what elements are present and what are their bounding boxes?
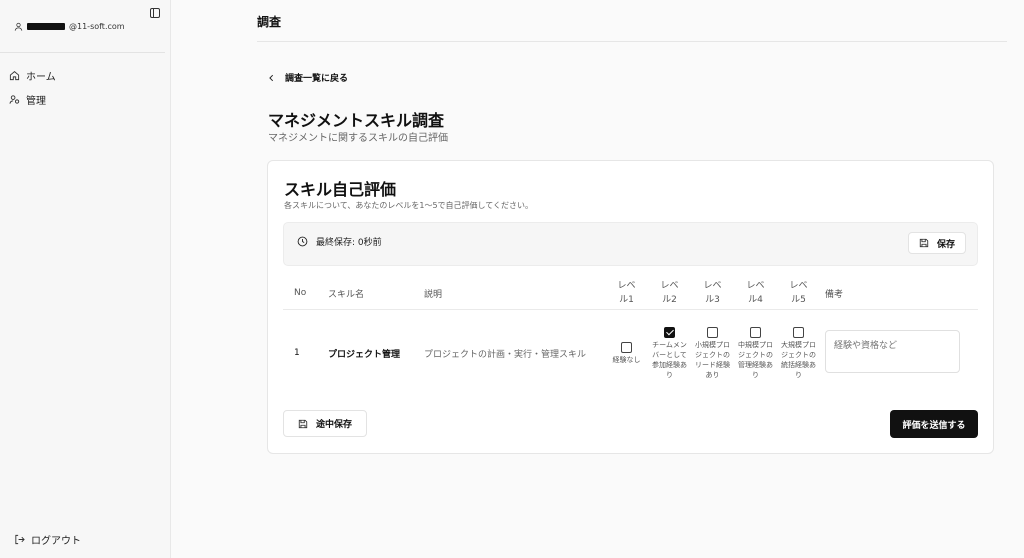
level-1-cell: 経験なし <box>605 309 648 397</box>
save-icon <box>298 419 308 428</box>
level-5-label: 大規模プロジェクトの統括経験あり <box>781 340 816 379</box>
column-header-level-3: レベ ル3 <box>691 278 734 310</box>
sidebar-toggle-icon[interactable] <box>150 8 160 18</box>
logout-icon <box>15 534 25 545</box>
sidebar-divider <box>0 52 165 53</box>
sidebar-item-admin[interactable]: 管理 <box>9 92 46 107</box>
skills-table: No スキル名 説明 レベ ル1 レベ ル2 レベ ル3 レベ ル4 レベ ル5 備考 1… <box>283 278 978 397</box>
level-1-label: 経験なし <box>612 355 641 364</box>
table-header-row: No スキル名 説明 レベ ル1 レベ ル2 レベ ル3 レベ ル4 レベ ル5 備考 <box>283 278 978 310</box>
save-status: 最終保存: 0秒前 <box>297 235 382 248</box>
skill-name: プロジェクト管理 <box>328 349 401 360</box>
main-content: 調査 調査一覧に戻る マネジメントスキル調査 マネジメントに関するスキルの自己評… <box>171 0 1024 558</box>
header-divider <box>257 41 1007 42</box>
column-header-name: スキル名 <box>317 278 413 310</box>
card-description: 各スキルについて、あなたのレベルを1〜5で自己評価してください。 <box>284 201 534 210</box>
row-number: 1 <box>294 348 300 359</box>
card-title: スキル自己評価 <box>284 180 397 199</box>
level-1-checkbox[interactable] <box>621 341 632 353</box>
draft-save-button[interactable]: 途中保存 <box>283 410 367 437</box>
logout-label: ログアウト <box>31 536 81 547</box>
column-header-note: 備考 <box>820 278 978 310</box>
skill-description: プロジェクトの計画・実行・管理スキル <box>424 349 587 360</box>
level-3-label: 小規模プロジェクトのリード経験あり <box>695 340 730 379</box>
save-icon <box>919 238 929 248</box>
draft-save-label: 途中保存 <box>315 420 352 430</box>
column-header-level-4: レベ ル4 <box>734 278 777 310</box>
table-row: 1 プロジェクト管理 プロジェクトの計画・実行・管理スキル 経験なし チームメン… <box>283 309 978 397</box>
level-3-checkbox[interactable] <box>707 326 718 338</box>
page-subtitle: マネジメントに関するスキルの自己評価 <box>268 133 448 144</box>
save-button[interactable]: 保存 <box>908 232 966 254</box>
level-2-cell: チームメンバーとして参加経験あり <box>648 309 691 397</box>
user-email: @11-soft.com <box>69 22 125 31</box>
users-icon <box>9 95 20 104</box>
level-2-checkbox[interactable] <box>664 326 675 338</box>
note-textarea[interactable] <box>825 330 960 374</box>
level-4-cell: 中規模プロジェクトの管理経験あり <box>734 309 777 397</box>
back-to-list-link[interactable]: 調査一覧に戻る <box>268 71 348 84</box>
column-header-no: No <box>283 278 317 310</box>
column-header-level-2: レベ ル2 <box>648 278 691 310</box>
save-button-label: 保存 <box>936 239 955 250</box>
home-icon <box>9 71 20 81</box>
level-3-cell: 小規模プロジェクトのリード経験あり <box>691 309 734 397</box>
chevron-left-icon <box>269 74 274 81</box>
clock-icon <box>297 236 308 247</box>
user-account: @11-soft.com <box>14 22 125 31</box>
back-link-label: 調査一覧に戻る <box>285 74 349 84</box>
page-header-title: 調査 <box>257 15 282 29</box>
column-header-level-1: レベ ル1 <box>605 278 648 310</box>
column-header-description: 説明 <box>413 278 605 310</box>
level-4-label: 中規模プロジェクトの管理経験あり <box>738 340 773 379</box>
save-status-text: 最終保存: 0秒前 <box>316 238 382 248</box>
skill-assessment-card: スキル自己評価 各スキルについて、あなたのレベルを1〜5で自己評価してください。… <box>267 160 994 454</box>
logout-button[interactable]: ログアウト <box>14 532 81 547</box>
level-5-checkbox[interactable] <box>793 326 804 338</box>
sidebar: @11-soft.com ホーム 管理 ログアウト <box>0 0 171 558</box>
redacted-username <box>27 23 65 30</box>
user-icon <box>14 22 23 31</box>
level-5-cell: 大規模プロジェクトの統括経験あり <box>777 309 820 397</box>
sidebar-item-home[interactable]: ホーム <box>9 68 56 83</box>
submit-evaluation-button[interactable]: 評価を送信する <box>890 410 978 438</box>
sidebar-item-label: ホーム <box>26 72 56 83</box>
level-4-checkbox[interactable] <box>750 326 761 338</box>
level-2-label: チームメンバーとして参加経験あり <box>652 340 687 379</box>
note-cell <box>820 309 978 397</box>
page-title: マネジメントスキル調査 <box>268 111 445 130</box>
column-header-level-5: レベ ル5 <box>777 278 820 310</box>
sidebar-item-label: 管理 <box>26 96 46 107</box>
save-status-bar: 最終保存: 0秒前 保存 <box>283 222 978 266</box>
